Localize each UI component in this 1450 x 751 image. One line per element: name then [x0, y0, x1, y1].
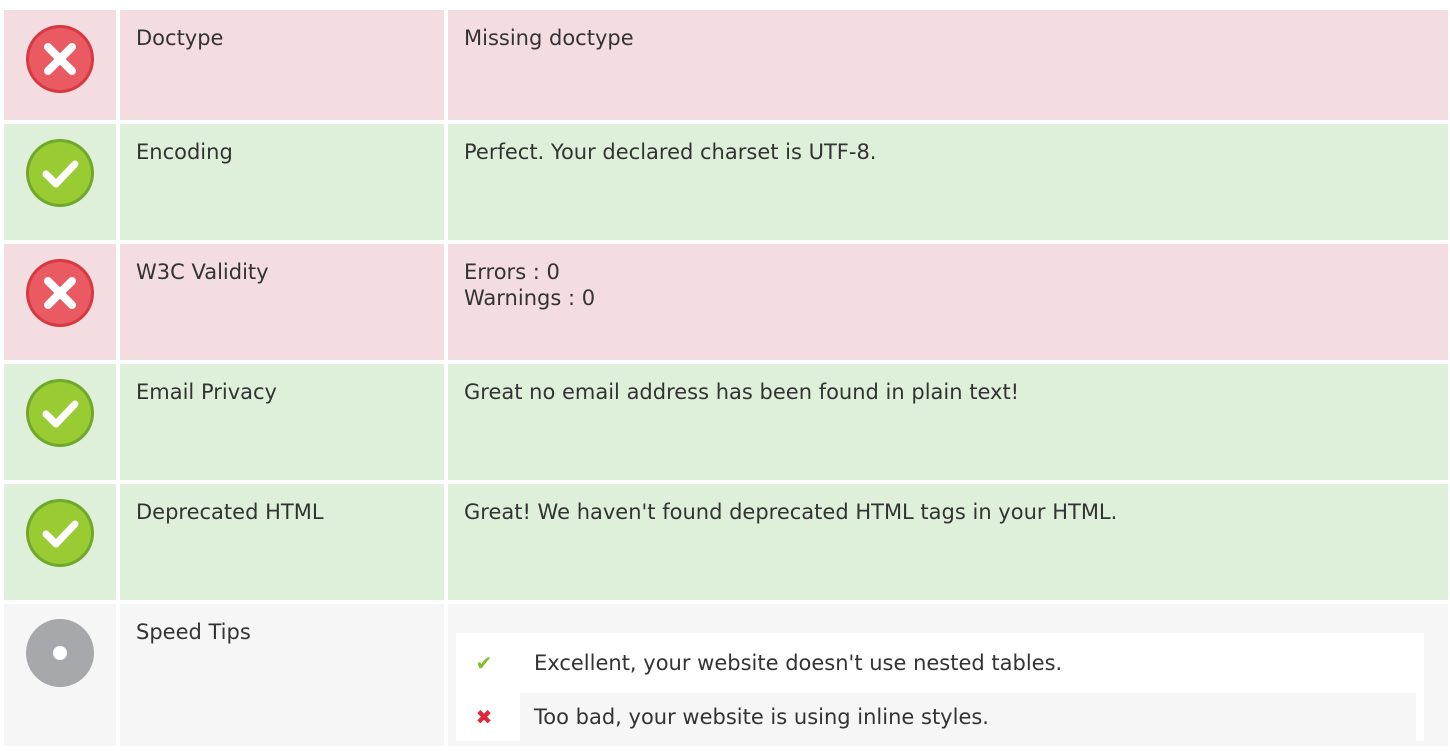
audit-label: Email Privacy	[120, 364, 444, 480]
audit-row-deprecated-html: Deprecated HTML Great! We haven't found …	[4, 484, 1448, 600]
status-cell	[4, 244, 116, 360]
error-icon	[26, 25, 94, 93]
status-cell	[4, 604, 116, 746]
audit-value-line: Great! We haven't found deprecated HTML …	[464, 500, 1118, 524]
speed-tips-list: ✔ Excellent, your website doesn't use ne…	[456, 633, 1424, 741]
audit-value-line: Warnings : 0	[464, 286, 596, 310]
audit-row-speed-tips: Speed Tips ✔ Excellent, your website doe…	[4, 604, 1448, 746]
audit-label: Deprecated HTML	[120, 484, 444, 600]
speed-tip-text: Too bad, your website is using inline st…	[520, 693, 1416, 741]
audit-label: Doctype	[120, 10, 444, 120]
audit-value-line: Missing doctype	[464, 26, 634, 50]
speed-tip-item: ✖ Too bad, your website is using inline …	[456, 693, 1424, 741]
audit-label: Speed Tips	[120, 604, 444, 746]
audit-row-doctype: Doctype Missing doctype	[4, 10, 1448, 120]
audit-value-line: Great no email address has been found in…	[464, 380, 1020, 404]
audit-row-w3c-validity: W3C Validity Errors : 0 Warnings : 0	[4, 244, 1448, 360]
audit-label: W3C Validity	[120, 244, 444, 360]
success-icon	[26, 139, 94, 207]
success-icon	[26, 499, 94, 567]
status-cell	[4, 124, 116, 240]
audit-value-line: Errors : 0	[464, 260, 560, 284]
audit-value: ✔ Excellent, your website doesn't use ne…	[448, 604, 1448, 746]
seo-audit-table: Doctype Missing doctype Encoding Perfect…	[4, 10, 1448, 750]
audit-value: Great no email address has been found in…	[448, 364, 1448, 480]
speed-tip-item: ✔ Excellent, your website doesn't use ne…	[456, 639, 1424, 687]
audit-value: Great! We haven't found deprecated HTML …	[448, 484, 1448, 600]
check-icon: ✔	[475, 651, 493, 675]
status-cell	[4, 364, 116, 480]
audit-label: Encoding	[120, 124, 444, 240]
audit-value-line: Perfect. Your declared charset is UTF-8.	[464, 140, 877, 164]
cross-icon: ✖	[475, 705, 493, 729]
audit-row-email-privacy: Email Privacy Great no email address has…	[4, 364, 1448, 480]
success-icon	[26, 379, 94, 447]
audit-value: Missing doctype	[448, 10, 1448, 120]
status-cell	[4, 484, 116, 600]
audit-value: Errors : 0 Warnings : 0	[448, 244, 1448, 360]
status-cell	[4, 10, 116, 120]
error-icon	[26, 259, 94, 327]
speed-tip-text: Excellent, your website doesn't use nest…	[534, 651, 1063, 675]
info-dot-icon	[26, 619, 94, 687]
audit-value: Perfect. Your declared charset is UTF-8.	[448, 124, 1448, 240]
audit-row-encoding: Encoding Perfect. Your declared charset …	[4, 124, 1448, 240]
